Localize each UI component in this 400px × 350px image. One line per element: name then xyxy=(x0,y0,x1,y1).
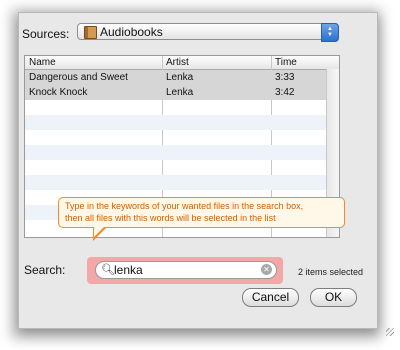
search-input[interactable] xyxy=(114,262,254,278)
column-header-name[interactable]: Name xyxy=(29,57,56,68)
callout-line-1: Type in the keywords of your wanted file… xyxy=(65,201,304,211)
row-time: 3:42 xyxy=(275,87,295,98)
table-header: Name Artist Time xyxy=(25,56,339,70)
search-icon: 🔍︎ xyxy=(101,264,115,276)
table-row[interactable]: Dangerous and Sweet Lenka 3:33 xyxy=(25,70,339,85)
search-field[interactable]: 🔍︎ ✕ xyxy=(95,261,277,279)
callout-line-2: then all files with this words will be s… xyxy=(65,213,276,223)
column-header-artist[interactable]: Artist xyxy=(166,57,189,68)
popup-arrows-icon[interactable]: ▲ ▼ xyxy=(321,23,339,42)
table-row[interactable]: Knock Knock Lenka 3:42 xyxy=(25,85,339,100)
row-artist: Lenka xyxy=(166,72,194,83)
selection-status: 2 items selected xyxy=(298,267,364,277)
row-artist: Lenka xyxy=(166,87,194,98)
empty-row xyxy=(25,175,339,190)
resize-grip-icon[interactable] xyxy=(386,328,394,336)
row-name: Knock Knock xyxy=(29,87,88,98)
clear-search-icon[interactable]: ✕ xyxy=(261,264,272,275)
ok-button[interactable]: OK xyxy=(310,288,357,307)
sources-label: Sources: xyxy=(22,27,70,41)
row-time: 3:33 xyxy=(275,72,295,83)
callout-pointer xyxy=(93,226,107,241)
row-name: Dangerous and Sweet xyxy=(29,72,128,83)
empty-row xyxy=(25,145,339,160)
column-header-time[interactable]: Time xyxy=(275,57,297,68)
cancel-button[interactable]: Cancel xyxy=(242,288,299,307)
audiobook-icon xyxy=(84,26,97,39)
tutorial-callout: Type in the keywords of your wanted file… xyxy=(58,197,345,228)
empty-row xyxy=(25,115,339,130)
search-label: Search: xyxy=(24,263,66,277)
sources-popup[interactable]: Audiobooks ▲ ▼ xyxy=(77,23,339,42)
sources-value: Audiobooks xyxy=(100,25,163,39)
